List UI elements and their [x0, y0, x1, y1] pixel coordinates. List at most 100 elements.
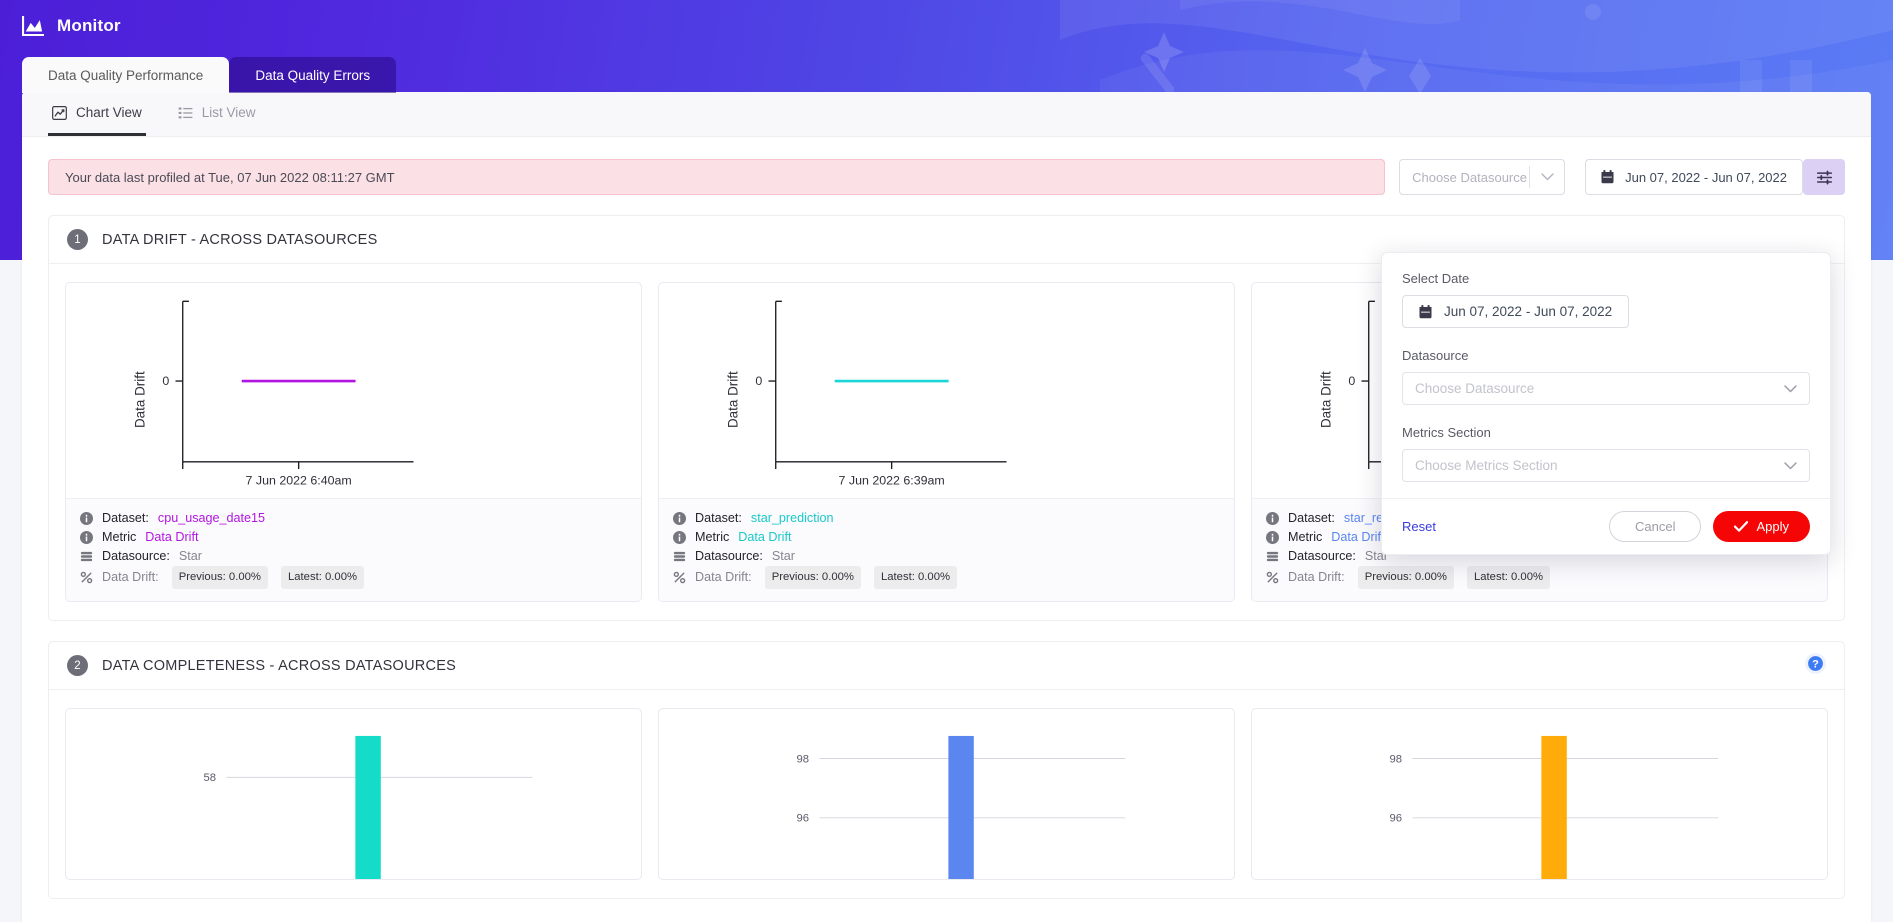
check-icon: [1734, 521, 1748, 532]
percent-icon: [673, 571, 686, 584]
apply-button[interactable]: Apply: [1713, 511, 1810, 542]
info-icon: [80, 512, 93, 525]
database-icon: [80, 550, 93, 563]
metric-value[interactable]: Data Drift: [738, 528, 791, 547]
popover-datasource-value: Choose Datasource: [1415, 381, 1784, 396]
database-icon: [673, 550, 686, 563]
chevron-down-icon: [1784, 381, 1797, 396]
section-title: DATA COMPLETENESS - ACROSS DATASOURCES: [102, 658, 1791, 674]
completeness-card: 98 96: [1251, 708, 1828, 880]
apply-label: Apply: [1756, 519, 1789, 534]
list-icon: [178, 106, 193, 120]
completeness-card: 98 96: [658, 708, 1235, 880]
view-switch-bar: Chart View List View: [22, 92, 1871, 137]
section-title: DATA DRIFT - ACROSS DATASOURCES: [102, 232, 1826, 248]
datasource-value: Star: [772, 547, 795, 566]
dataset-value[interactable]: star_prediction: [751, 509, 834, 528]
info-icon: [1266, 531, 1279, 544]
svg-text:Data Drift: Data Drift: [132, 371, 147, 428]
filter-toggle-button[interactable]: [1803, 159, 1845, 195]
metric-label: Metric: [102, 528, 136, 547]
meta-metric: Metric Data Drift: [673, 528, 1220, 547]
drift-label: Data Drift:: [695, 568, 752, 587]
completeness-card-list: 58 98 96: [49, 690, 1844, 898]
tab-data-quality-performance[interactable]: Data Quality Performance: [22, 57, 229, 93]
datasource-label: Datasource:: [695, 547, 763, 566]
info-icon: [673, 512, 686, 525]
app-title-row: Monitor: [22, 16, 121, 36]
view-tab-label: Chart View: [76, 105, 142, 120]
info-icon: [1266, 512, 1279, 525]
help-circle-icon[interactable]: ?: [1805, 653, 1826, 679]
svg-text:7 Jun 2022 6:40am: 7 Jun 2022 6:40am: [246, 474, 352, 488]
svg-text:Data Drift: Data Drift: [1318, 371, 1333, 428]
svg-text:98: 98: [797, 753, 810, 765]
filter-popover-footer: Reset Cancel Apply: [1382, 498, 1830, 554]
meta-metric: Metric Data Drift: [80, 528, 627, 547]
datasource-label: Datasource:: [1288, 547, 1356, 566]
date-range-value: Jun 07, 2022 - Jun 07, 2022: [1625, 170, 1787, 185]
popover-metrics-select[interactable]: Choose Metrics Section: [1402, 449, 1810, 482]
meta-dataset: Dataset: cpu_usage_date15: [80, 509, 627, 528]
drift-card: Data Drift 0 7 Jun 2022 6:40am: [65, 282, 642, 602]
svg-text:0: 0: [162, 374, 169, 388]
datasource-label: Datasource: [1402, 348, 1810, 363]
metric-label: Metric: [1288, 528, 1322, 547]
previous-badge: Previous: 0.00%: [1358, 566, 1454, 589]
main-tabs: Data Quality Performance Data Quality Er…: [22, 57, 396, 93]
last-profiled-alert: Your data last profiled at Tue, 07 Jun 2…: [48, 159, 1385, 195]
filter-popover-body: Select Date Jun 07, 2022 - Jun 07, 2022 …: [1382, 253, 1830, 498]
metric-value[interactable]: Data Drift: [145, 528, 198, 547]
meta-datasource: Datasource: Star: [80, 547, 627, 566]
meta-dataset: Dataset: star_prediction: [673, 509, 1220, 528]
metric-value[interactable]: Data Drift: [1331, 528, 1384, 547]
tab-data-quality-errors[interactable]: Data Quality Errors: [229, 57, 396, 93]
tab-label: Data Quality Errors: [255, 68, 370, 83]
info-icon: [80, 531, 93, 544]
view-tab-chart[interactable]: Chart View: [48, 92, 146, 136]
calendar-icon: [1419, 305, 1432, 319]
dataset-value[interactable]: cpu_usage_date15: [158, 509, 265, 528]
calendar-icon: [1601, 170, 1614, 184]
svg-text:0: 0: [755, 374, 762, 388]
alert-text: Your data last profiled at Tue, 07 Jun 2…: [65, 170, 395, 185]
dataset-label: Dataset:: [102, 509, 149, 528]
section-data-completeness: 2 DATA COMPLETENESS - ACROSS DATASOURCES…: [48, 641, 1845, 899]
svg-text:98: 98: [1390, 753, 1403, 765]
datasource-value: Star: [179, 547, 202, 566]
datasource-select[interactable]: Choose Datasource: [1399, 159, 1565, 195]
datasource-label: Datasource:: [102, 547, 170, 566]
bar-chart-3: 98 96: [1252, 709, 1827, 879]
percent-icon: [80, 571, 93, 584]
info-icon: [673, 531, 686, 544]
drift-label: Data Drift:: [1288, 568, 1345, 587]
datasource-select-value: Choose Datasource: [1400, 170, 1529, 185]
svg-text:0: 0: [1348, 374, 1355, 388]
sliders-icon: [1816, 170, 1833, 185]
card-meta: Dataset: cpu_usage_date15 Metric Data Dr…: [66, 498, 641, 601]
svg-text:Data Drift: Data Drift: [725, 371, 740, 428]
filter-popover: Select Date Jun 07, 2022 - Jun 07, 2022 …: [1381, 252, 1831, 555]
database-icon: [1266, 550, 1279, 563]
popover-datasource-select[interactable]: Choose Datasource: [1402, 372, 1810, 405]
dataset-label: Dataset:: [695, 509, 742, 528]
popover-date-field[interactable]: Jun 07, 2022 - Jun 07, 2022: [1402, 295, 1629, 328]
section-header: 2 DATA COMPLETENESS - ACROSS DATASOURCES…: [49, 642, 1844, 690]
dataset-label: Dataset:: [1288, 509, 1335, 528]
completeness-card: 58: [65, 708, 642, 880]
latest-badge: Latest: 0.00%: [874, 566, 957, 589]
date-range-button[interactable]: Jun 07, 2022 - Jun 07, 2022: [1585, 159, 1803, 195]
view-tab-list[interactable]: List View: [174, 92, 260, 136]
metrics-section-label: Metrics Section: [1402, 425, 1810, 440]
reset-button[interactable]: Reset: [1402, 519, 1436, 534]
meta-drift: Data Drift: Previous: 0.00% Latest: 0.00…: [673, 566, 1220, 589]
svg-text:7 Jun 2022 6:39am: 7 Jun 2022 6:39am: [839, 474, 945, 488]
svg-text:96: 96: [1390, 813, 1403, 825]
chart-logo-icon: [22, 16, 44, 36]
section-number-badge: 2: [67, 655, 88, 676]
popover-date-value: Jun 07, 2022 - Jun 07, 2022: [1444, 304, 1612, 319]
chevron-down-icon: [1784, 458, 1797, 473]
cancel-button[interactable]: Cancel: [1609, 511, 1701, 542]
previous-badge: Previous: 0.00%: [172, 566, 268, 589]
section-number-badge: 1: [67, 229, 88, 250]
